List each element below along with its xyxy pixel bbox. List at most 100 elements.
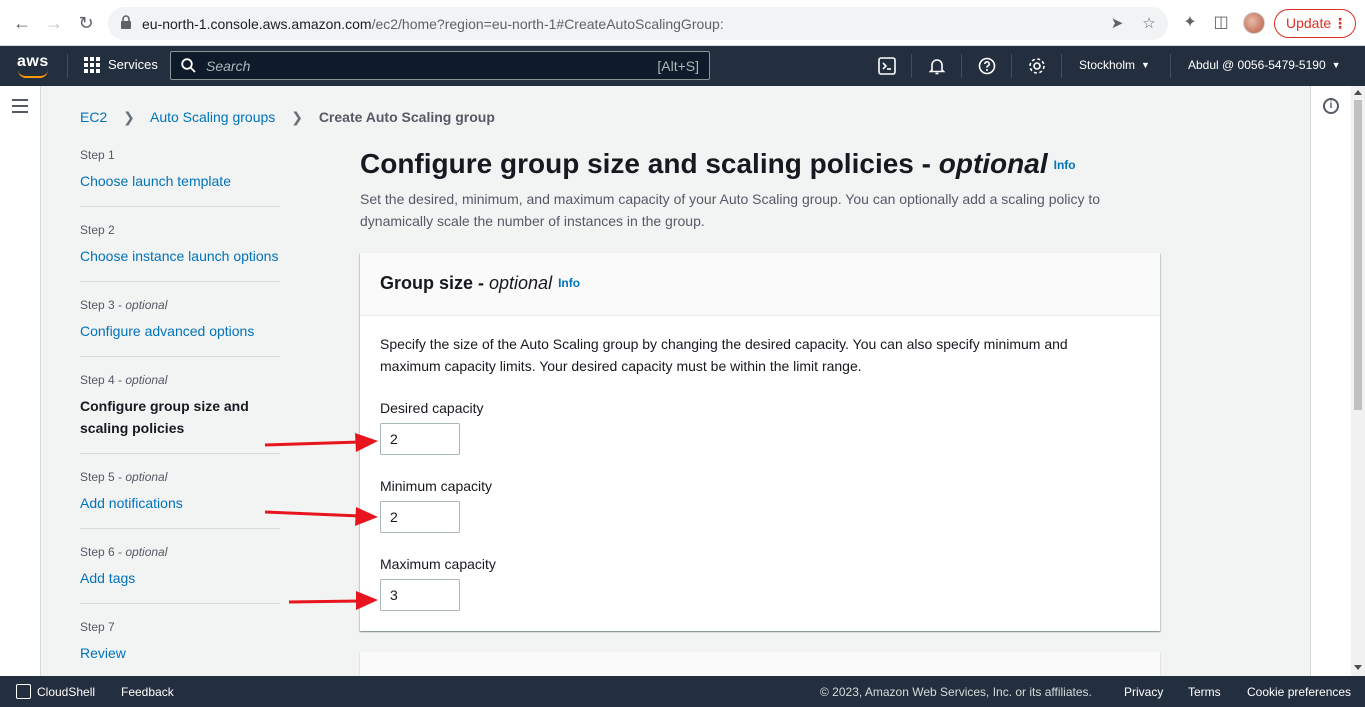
back-arrow-icon[interactable]: ← [12, 13, 32, 33]
desired-capacity-input[interactable]: 2 [380, 423, 460, 455]
wizard-step-7: Step 7 Review [80, 620, 280, 664]
nav-divider [961, 54, 962, 78]
nav-divider [1170, 54, 1171, 78]
wizard-step-2: Step 2 Choose instance launch options [80, 223, 280, 267]
wizard-step-3: Step 3 - optional Configure advanced opt… [80, 298, 280, 342]
aws-logo-text: aws [17, 53, 49, 70]
breadcrumb-current: Create Auto Scaling group [318, 109, 495, 125]
services-grid-icon[interactable] [84, 57, 101, 74]
url-host: eu-north-1.console.aws.amazon.com [142, 16, 372, 32]
step-number: Step 6 - optional [80, 545, 168, 559]
url-path: /ec2/home?region=eu-north-1#CreateAutoSc… [371, 16, 724, 32]
step-link-review[interactable]: Review [80, 642, 280, 664]
url-text: eu-north-1.console.aws.amazon.com/ec2/ho… [142, 16, 724, 32]
update-button[interactable]: Update ⋮ [1274, 9, 1356, 38]
breadcrumb-auto-scaling-groups[interactable]: Auto Scaling groups [150, 109, 275, 125]
panel-description: Specify the size of the Auto Scaling gro… [380, 336, 1068, 374]
desired-capacity-label: Desired capacity [380, 400, 484, 416]
page-description: Set the desired, minimum, and maximum ca… [360, 191, 1101, 229]
reload-icon[interactable]: ↻ [76, 13, 96, 33]
aws-top-nav: aws Services Search [Alt+S] Stockholm ▼ A… [0, 46, 1365, 86]
step-number: Step 4 - optional [80, 373, 168, 387]
side-navigation-toggle [0, 86, 41, 676]
footer-feedback-link[interactable]: Feedback [121, 685, 174, 699]
step-divider [80, 206, 280, 207]
console-footer: CloudShell Feedback © 2023, Amazon Web S… [0, 676, 1365, 707]
lock-icon [121, 15, 131, 29]
account-menu[interactable]: Abdul @ 0056-5479-5190 ▼ [1188, 58, 1341, 72]
star-icon[interactable]: ☆ [1140, 15, 1158, 33]
step-link-add-tags[interactable]: Add tags [80, 567, 280, 589]
info-icon[interactable]: i [1323, 98, 1339, 114]
panel-title: Group size - optional Info [380, 273, 581, 293]
hamburger-menu-icon[interactable] [12, 99, 28, 113]
footer-cookie-preferences-link[interactable]: Cookie preferences [1247, 685, 1351, 699]
footer-privacy-link[interactable]: Privacy [1124, 685, 1163, 699]
gear-icon[interactable] [1026, 55, 1048, 77]
step-divider [80, 453, 280, 454]
page-title: Configure group size and scaling policie… [360, 148, 1076, 179]
nav-divider [911, 54, 912, 78]
services-menu[interactable]: Services [108, 57, 158, 72]
caret-down-icon: ▼ [1141, 60, 1150, 70]
help-panel-toggle: i [1310, 86, 1351, 676]
step-divider [80, 281, 280, 282]
nav-divider [1011, 54, 1012, 78]
footer-terms-link[interactable]: Terms [1188, 685, 1221, 699]
aws-logo[interactable]: aws [17, 53, 51, 79]
wizard-step-1: Step 1 Choose launch template [80, 148, 280, 192]
aws-smile-icon [18, 70, 48, 78]
step-number: Step 3 - optional [80, 298, 168, 312]
step-number: Step 2 [80, 223, 115, 237]
address-bar[interactable]: eu-north-1.console.aws.amazon.com/ec2/ho… [108, 7, 1168, 40]
step-link-choose-launch-template[interactable]: Choose launch template [80, 170, 280, 192]
chevron-right-icon: ❯ [123, 109, 135, 125]
scroll-down-icon[interactable] [1354, 665, 1362, 670]
forward-arrow-icon[interactable]: → [44, 13, 64, 33]
browser-toolbar: ← → ↻ eu-north-1.console.aws.amazon.com/… [0, 0, 1365, 46]
page-info-link[interactable]: Info [1054, 158, 1076, 172]
wizard-step-5: Step 5 - optional Add notifications [80, 470, 280, 514]
search-input[interactable]: Search [Alt+S] [170, 51, 710, 80]
side-panel-icon[interactable]: ◫ [1211, 13, 1231, 33]
region-label: Stockholm [1079, 58, 1136, 72]
more-vert-icon: ⋮ [1333, 15, 1347, 31]
footer-cloudshell-link[interactable]: CloudShell [37, 685, 95, 699]
search-placeholder: Search [206, 58, 251, 74]
breadcrumb: EC2 ❯ Auto Scaling groups ❯ Create Auto … [80, 109, 495, 126]
extensions-icon[interactable]: ✦ [1180, 13, 1200, 33]
panel-header: Group size - optional Info [360, 253, 1160, 316]
help-icon[interactable] [976, 55, 998, 77]
search-shortcut: [Alt+S] [657, 58, 699, 74]
cloudshell-icon[interactable] [876, 55, 898, 77]
update-label: Update [1286, 15, 1332, 31]
group-size-info-link[interactable]: Info [558, 276, 580, 290]
minimum-capacity-label: Minimum capacity [380, 478, 493, 494]
bell-icon[interactable] [926, 55, 948, 77]
step-current-configure-group-size: Configure group size and scaling policie… [80, 398, 249, 436]
caret-down-icon: ▼ [1331, 60, 1341, 70]
scrollbar-thumb[interactable] [1354, 100, 1362, 410]
nav-divider [67, 54, 68, 78]
wizard-step-4: Step 4 - optional Configure group size a… [80, 373, 280, 439]
scrollbar[interactable] [1351, 86, 1365, 676]
nav-divider [1061, 54, 1062, 78]
breadcrumb-ec2[interactable]: EC2 [80, 109, 107, 125]
step-number: Step 1 [80, 148, 115, 162]
minimum-capacity-input[interactable]: 2 [380, 501, 460, 533]
step-number: Step 5 - optional [80, 470, 168, 484]
scroll-up-icon[interactable] [1354, 90, 1362, 95]
account-label: Abdul @ 0056-5479-5190 [1188, 58, 1326, 72]
maximum-capacity-input[interactable]: 3 [380, 579, 460, 611]
step-link-configure-advanced-options[interactable]: Configure advanced options [80, 320, 280, 342]
search-icon [181, 58, 196, 73]
share-icon[interactable]: ➤ [1108, 15, 1126, 33]
step-link-add-notifications[interactable]: Add notifications [80, 492, 280, 514]
chevron-right-icon: ❯ [291, 109, 303, 125]
step-link-choose-instance-launch-options[interactable]: Choose instance launch options [80, 245, 280, 267]
step-divider [80, 528, 280, 529]
cloudshell-icon [16, 684, 31, 699]
region-selector[interactable]: Stockholm ▼ [1079, 58, 1150, 72]
profile-avatar[interactable] [1243, 12, 1265, 34]
step-divider [80, 356, 280, 357]
